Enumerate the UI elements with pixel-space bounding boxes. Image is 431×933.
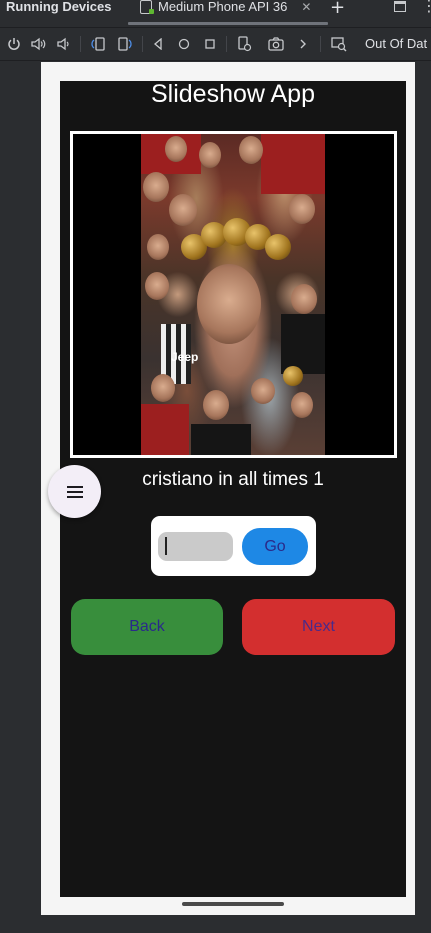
back-button[interactable]: Back <box>71 599 223 655</box>
status-text: Out Of Dat <box>365 36 428 51</box>
text-cursor <box>165 537 167 555</box>
toolbar-separator <box>226 36 227 52</box>
running-devices-title: Running Devices <box>6 0 112 14</box>
slide-number-input[interactable] <box>158 532 233 561</box>
rotate-left-icon[interactable] <box>90 36 106 52</box>
active-tab-indicator <box>128 22 328 25</box>
more-options-icon[interactable]: ⋮ <box>421 0 431 15</box>
toolbar-separator <box>320 36 321 52</box>
gesture-nav-handle[interactable] <box>182 902 284 906</box>
home-icon[interactable] <box>176 36 192 52</box>
go-button[interactable]: Go <box>242 528 308 565</box>
add-tab-icon[interactable]: + <box>330 0 345 18</box>
inspect-icon[interactable] <box>331 36 347 52</box>
power-icon[interactable] <box>6 36 22 52</box>
close-tab-icon[interactable]: ✕ <box>301 0 311 14</box>
toolbar-separator <box>142 36 143 52</box>
toolbar-separator <box>80 36 81 52</box>
slide-caption: cristiano in all times 1 <box>142 469 324 490</box>
left-gutter <box>0 62 41 915</box>
menu-icon <box>66 485 83 498</box>
volume-down-icon[interactable] <box>56 36 72 52</box>
right-gutter <box>415 62 431 915</box>
device-tab[interactable]: Medium Phone API 36 ✕ <box>128 0 328 22</box>
ide-bottom-strip <box>0 915 431 933</box>
ide-tab-bar: Running Devices Medium Phone API 36 ✕ + … <box>0 0 431 28</box>
menu-button[interactable] <box>48 465 101 518</box>
volume-up-icon[interactable] <box>31 36 47 52</box>
rotate-right-icon[interactable] <box>117 36 133 52</box>
back-icon[interactable] <box>150 36 166 52</box>
device-toolbar: Out Of Dat <box>0 28 431 61</box>
camera-icon[interactable] <box>268 36 284 52</box>
window-layout-icon[interactable] <box>394 1 406 12</box>
overview-icon[interactable] <box>202 36 218 52</box>
slideshow-image-frame: Jeep <box>70 131 397 458</box>
more-chevron-icon[interactable] <box>295 36 311 52</box>
snapshot-icon[interactable] <box>236 36 252 52</box>
device-tab-label: Medium Phone API 36 <box>158 0 288 14</box>
phone-icon <box>140 0 154 14</box>
app-title: Slideshow App <box>150 80 315 108</box>
slideshow-image: Jeep <box>141 134 325 455</box>
next-button[interactable]: Next <box>242 599 395 655</box>
